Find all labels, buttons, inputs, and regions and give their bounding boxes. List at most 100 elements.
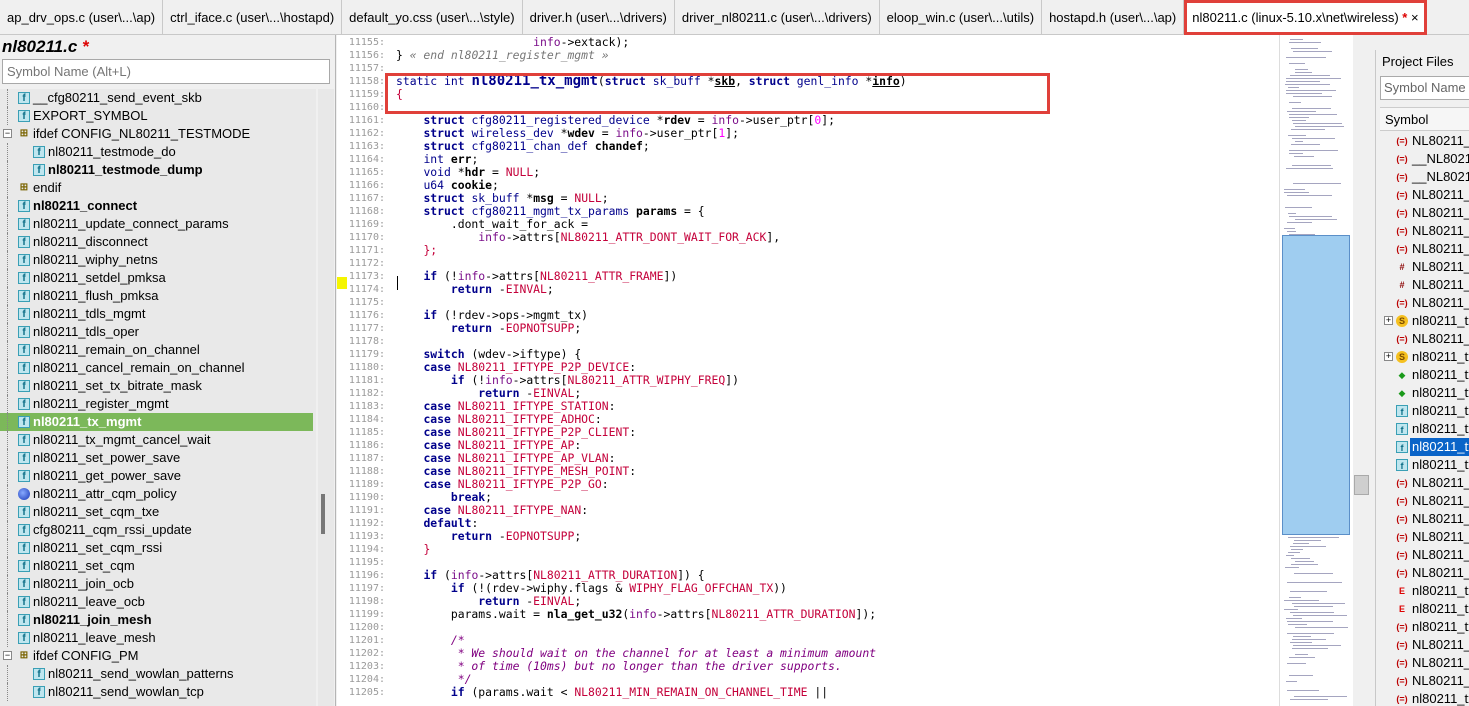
symbol-list-item[interactable]: f nl80211_update_connect_params [0, 215, 313, 233]
project-symbol-item[interactable]: # NL80211_ [1376, 276, 1469, 294]
project-symbol-item[interactable]: (=) NL80211_ [1376, 672, 1469, 690]
project-symbol-item[interactable]: (=) NL80211_ [1376, 330, 1469, 348]
code-line[interactable]: return -EOPNOTSUPP; [396, 322, 581, 335]
project-symbol-item[interactable]: (=) nl80211_tx [1376, 618, 1469, 636]
symbol-list-item[interactable]: f nl80211_join_mesh [0, 611, 313, 629]
code-editor[interactable]: 11155: 11156: 11157: 11158: 11159: 11160: 1116… [337, 35, 1279, 706]
symbol-list-item[interactable]: f nl80211_tdls_oper [0, 323, 313, 341]
code-line[interactable]: } « end nl80211_register_mgmt » [396, 49, 609, 62]
project-symbol-item[interactable]: (=) NL80211_ [1376, 294, 1469, 312]
symbol-list-item[interactable]: f nl80211_send_wowlan_tcp [0, 683, 313, 701]
project-symbol-item[interactable]: Enl80211_tx [1376, 600, 1469, 618]
file-tab[interactable]: eloop_win.c (user\...\utils) [880, 0, 1043, 35]
expand-toggle-icon[interactable]: + [1384, 316, 1393, 325]
project-symbol-item[interactable]: (=) NL80211_ [1376, 510, 1469, 528]
file-tab[interactable]: driver.h (user\...\drivers) [523, 0, 675, 35]
project-symbol-item[interactable]: (=) NL80211_ [1376, 546, 1469, 564]
symbol-list-item[interactable]: f nl80211_get_power_save [0, 467, 313, 485]
symbol-list-item[interactable]: f cfg80211_cqm_rssi_update [0, 521, 313, 539]
file-tab[interactable]: driver_nl80211.c (user\...\drivers) [675, 0, 880, 35]
project-symbol-item[interactable]: ◆ nl80211_tx [1376, 366, 1469, 384]
symbol-list-item[interactable]: f nl80211_tdls_mgmt [0, 305, 313, 323]
project-symbol-item[interactable]: (=) NL80211_ [1376, 528, 1469, 546]
project-symbol-item[interactable]: + Snl80211_tx [1376, 348, 1469, 366]
symbol-list-item[interactable]: f nl80211_register_mgmt [0, 395, 313, 413]
collapse-toggle-icon[interactable]: − [3, 129, 12, 138]
symbol-list-item[interactable]: f nl80211_set_cqm [0, 557, 313, 575]
symbol-column-header[interactable]: Symbol [1380, 107, 1469, 131]
symbol-list-item[interactable]: f __cfg80211_send_event_skb [0, 89, 313, 107]
symbol-list-item[interactable]: f nl80211_tx_mgmt [0, 413, 313, 431]
symbol-list-item[interactable]: f nl80211_disconnect [0, 233, 313, 251]
file-tab[interactable]: nl80211.c (linux-5.10.x\net\wireless) * … [1184, 0, 1427, 35]
scrollbar-thumb[interactable] [321, 494, 325, 534]
symbol-list-item[interactable]: f nl80211_testmode_do [0, 143, 313, 161]
file-tab[interactable]: default_yo.css (user\...\style) [342, 0, 523, 35]
project-symbol-item[interactable]: (=) __NL80211 [1376, 168, 1469, 186]
project-symbol-item[interactable]: (=) NL80211_ [1376, 636, 1469, 654]
symbol-list-item[interactable]: f nl80211_set_tx_bitrate_mask [0, 377, 313, 395]
editor-scrollbar[interactable] [1353, 35, 1370, 706]
project-symbol-item[interactable]: # NL80211_ [1376, 258, 1469, 276]
symbol-list-item[interactable]: f nl80211_remain_on_channel [0, 341, 313, 359]
code-line[interactable]: info->attrs[NL80211_ATTR_DONT_WAIT_FOR_A… [396, 231, 780, 244]
symbol-list-item[interactable]: f nl80211_set_power_save [0, 449, 313, 467]
file-tab[interactable]: ap_drv_ops.c (user\...\ap) [0, 0, 164, 35]
project-symbol-item[interactable]: + Snl80211_tx [1376, 312, 1469, 330]
symbol-list-item[interactable]: f nl80211_leave_ocb [0, 593, 313, 611]
project-symbol-item[interactable]: f nl80211_tx [1376, 438, 1469, 456]
code-line[interactable]: } [396, 543, 430, 556]
symbol-search-input[interactable] [2, 59, 330, 84]
close-tab-icon[interactable]: × [1411, 10, 1419, 25]
code-minimap[interactable] [1279, 35, 1353, 706]
project-symbol-search-input[interactable]: Symbol Name [1380, 76, 1469, 100]
symbol-list-item[interactable]: f EXPORT_SYMBOL [0, 107, 313, 125]
project-symbol-item[interactable]: (=) NL80211_ [1376, 186, 1469, 204]
code-line[interactable]: if (params.wait < NL80211_MIN_REMAIN_ON_… [396, 686, 828, 699]
project-symbol-item[interactable]: f nl80211_tx [1376, 456, 1469, 474]
tree-line [7, 539, 8, 557]
symbol-list-item[interactable]: f nl80211_flush_pmksa [0, 287, 313, 305]
symbol-list-item[interactable]: ⊞ endif [0, 179, 313, 197]
symbol-list-item[interactable]: f nl80211_tx_mgmt_cancel_wait [0, 431, 313, 449]
symbol-list-item[interactable]: f nl80211_set_cqm_rssi [0, 539, 313, 557]
project-symbol-item[interactable]: (=) __NL80211 [1376, 150, 1469, 168]
symbol-list-item[interactable]: f nl80211_leave_mesh [0, 629, 313, 647]
tree-line [7, 521, 8, 539]
minimap-viewport[interactable] [1282, 235, 1350, 535]
project-symbol-item[interactable]: (=) NL80211_ [1376, 492, 1469, 510]
minimap-line [1284, 609, 1298, 610]
project-symbol-item[interactable]: (=) NL80211_ [1376, 132, 1469, 150]
code-line[interactable]: return -EINVAL; [396, 283, 554, 296]
symbol-list-item[interactable]: f nl80211_wiphy_netns [0, 251, 313, 269]
symbol-list-item[interactable]: nl80211_attr_cqm_policy [0, 485, 313, 503]
symbol-list-item[interactable]: f nl80211_testmode_dump [0, 161, 313, 179]
file-tab[interactable]: ctrl_iface.c (user\...\hostapd) [163, 0, 343, 35]
collapse-toggle-icon[interactable]: − [3, 651, 12, 660]
symbol-list-scrollbar[interactable] [318, 89, 334, 706]
symbol-list-item[interactable]: f nl80211_cancel_remain_on_channel [0, 359, 313, 377]
expand-toggle-icon[interactable]: + [1384, 352, 1393, 361]
symbol-list-item[interactable]: f nl80211_setdel_pmksa [0, 269, 313, 287]
project-symbol-item[interactable]: (=) NL80211_ [1376, 654, 1469, 672]
project-symbol-item[interactable]: (=) NL80211_ [1376, 564, 1469, 582]
symbol-list-item[interactable]: f nl80211_join_ocb [0, 575, 313, 593]
project-symbol-item[interactable]: Enl80211_tx [1376, 582, 1469, 600]
project-symbol-item[interactable]: ◆ nl80211_tx [1376, 384, 1469, 402]
project-symbol-item[interactable]: (=) nl80211_tx [1376, 690, 1469, 706]
symbol-list-item[interactable]: f nl80211_set_cqm_txe [0, 503, 313, 521]
project-symbol-item[interactable]: (=) NL80211_ [1376, 240, 1469, 258]
project-symbol-item[interactable]: (=) NL80211_ [1376, 474, 1469, 492]
project-symbol-item[interactable]: f nl80211_tx [1376, 402, 1469, 420]
file-tab[interactable]: hostapd.h (user\...\ap) [1042, 0, 1185, 35]
symbol-list-item[interactable]: − ⊞ ifdef CONFIG_NL80211_TESTMODE [0, 125, 313, 143]
code-line[interactable]: params.wait = nla_get_u32(info->attrs[NL… [396, 608, 876, 621]
scrollbar-thumb[interactable] [1354, 475, 1369, 495]
project-symbol-item[interactable]: (=) NL80211_ [1376, 204, 1469, 222]
project-symbol-item[interactable]: (=) NL80211_ [1376, 222, 1469, 240]
project-symbol-item[interactable]: f nl80211_tx [1376, 420, 1469, 438]
symbol-list-item[interactable]: − ⊞ ifdef CONFIG_PM [0, 647, 313, 665]
symbol-list-item[interactable]: f nl80211_send_wowlan_patterns [0, 665, 313, 683]
code-line[interactable]: }; [396, 244, 437, 257]
symbol-list-item[interactable]: f nl80211_connect [0, 197, 313, 215]
